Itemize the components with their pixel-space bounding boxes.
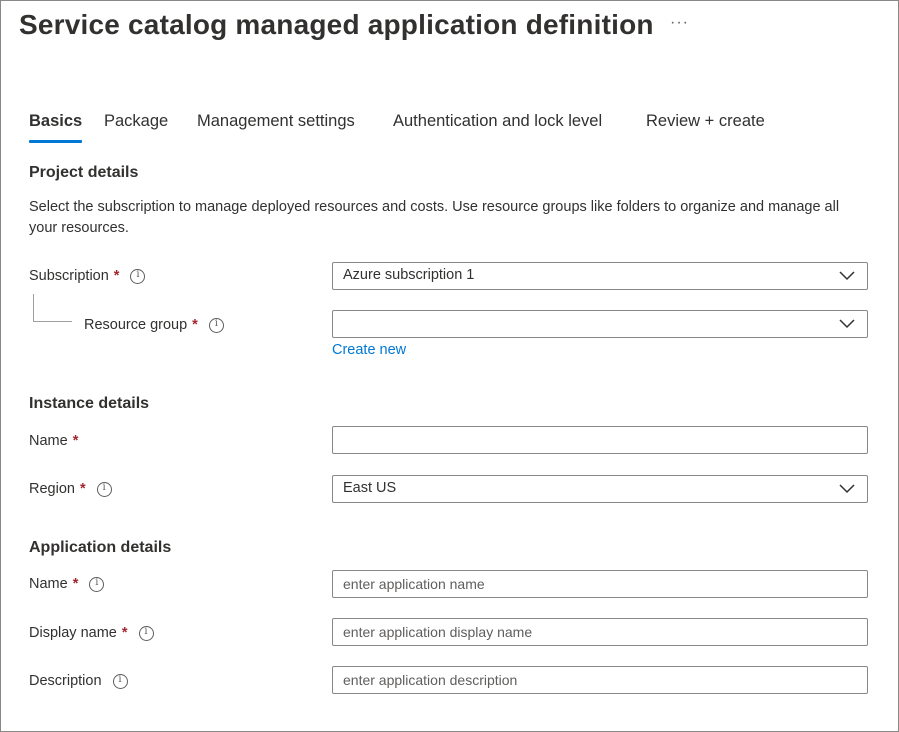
description-label: Description — [29, 669, 128, 693]
instance-details-heading: Instance details — [29, 395, 150, 412]
chevron-down-icon — [839, 319, 855, 329]
info-icon[interactable] — [96, 481, 112, 497]
display-name-input[interactable]: enter application display name — [332, 618, 868, 646]
tab-review-create[interactable]: Review + create — [646, 112, 765, 142]
instance-name-input[interactable] — [332, 426, 868, 454]
region-label: Region * — [29, 477, 112, 501]
app-name-label: Name * — [29, 572, 105, 596]
region-label-text: Region — [29, 481, 75, 497]
chevron-down-icon — [839, 271, 855, 281]
required-marker: * — [121, 625, 128, 641]
resource-group-dropdown[interactable] — [332, 310, 868, 338]
info-icon[interactable] — [208, 317, 224, 333]
instance-name-label-text: Name — [29, 433, 68, 449]
required-marker: * — [72, 433, 79, 449]
tab-basics[interactable]: Basics — [29, 112, 83, 143]
subscription-label-text: Subscription — [29, 268, 109, 284]
subscription-label: Subscription * — [29, 264, 146, 288]
chevron-down-icon — [839, 484, 855, 494]
app-name-input[interactable]: enter application name — [332, 570, 868, 598]
description-label-text: Description — [29, 673, 102, 689]
create-new-link[interactable]: Create new — [332, 342, 406, 358]
tab-package[interactable]: Package — [104, 112, 168, 142]
region-dropdown[interactable]: East US — [332, 475, 868, 503]
tab-authentication-lock-level[interactable]: Authentication and lock level — [393, 112, 602, 142]
display-name-placeholder: enter application display name — [343, 624, 533, 640]
info-icon[interactable] — [138, 625, 154, 641]
application-details-heading: Application details — [29, 539, 172, 556]
display-name-label-text: Display name — [29, 625, 117, 641]
project-details-heading: Project details — [29, 164, 139, 181]
region-value: East US — [343, 480, 397, 496]
description-placeholder: enter application description — [343, 672, 518, 688]
info-icon[interactable] — [130, 268, 146, 284]
required-marker: * — [192, 317, 198, 333]
tab-management-settings[interactable]: Management settings — [197, 112, 355, 142]
display-name-label: Display name * — [29, 621, 154, 645]
app-name-label-text: Name — [29, 576, 68, 592]
project-details-description: Select the subscription to manage deploy… — [29, 199, 840, 236]
subscription-dropdown[interactable]: Azure subscription 1 — [332, 262, 868, 290]
tree-connector — [33, 294, 72, 322]
description-input[interactable]: enter application description — [332, 666, 868, 694]
required-marker: * — [72, 576, 79, 592]
required-marker: * — [113, 268, 120, 284]
app-name-placeholder: enter application name — [343, 576, 485, 592]
page-title: Service catalog managed application defi… — [19, 9, 654, 40]
required-marker: * — [79, 481, 86, 497]
resource-group-label: Resource group * — [84, 313, 224, 337]
resource-group-label-text: Resource group — [84, 317, 188, 333]
more-icon[interactable]: ··· — [670, 14, 689, 32]
info-icon[interactable] — [112, 673, 128, 689]
instance-name-label: Name * — [29, 429, 78, 453]
info-icon[interactable] — [89, 576, 105, 592]
subscription-value: Azure subscription 1 — [343, 267, 475, 283]
